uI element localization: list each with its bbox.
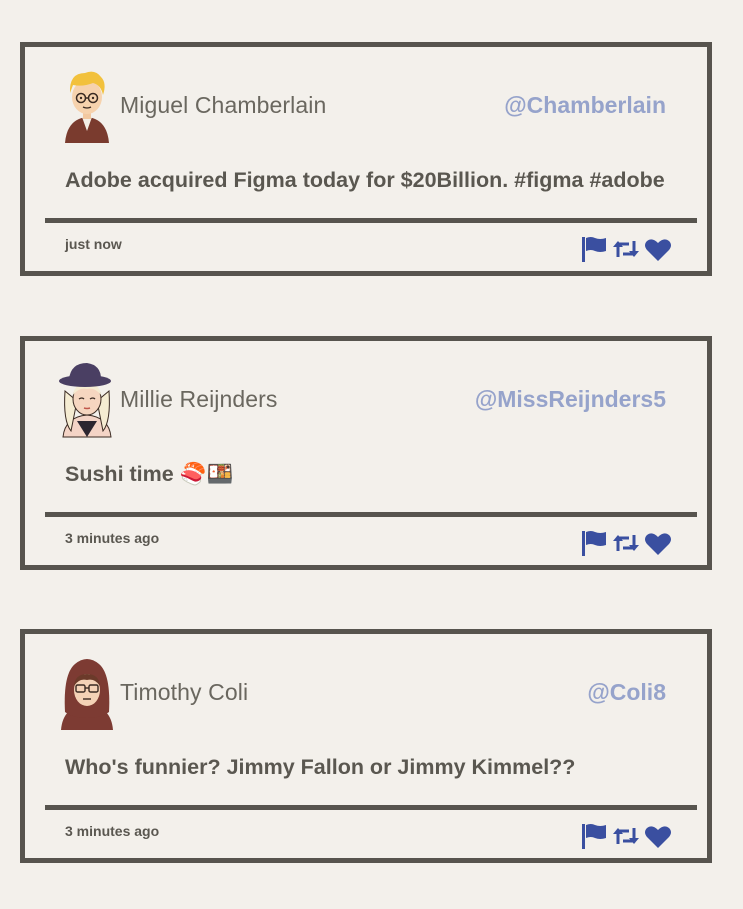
retweet-icon[interactable] xyxy=(612,529,640,557)
tweet-actions xyxy=(580,235,672,263)
heart-icon[interactable] xyxy=(644,235,672,263)
flag-icon[interactable] xyxy=(580,529,608,557)
tweet-text: Sushi time 🍣🍱 xyxy=(65,462,234,486)
avatar[interactable] xyxy=(55,361,119,439)
author-handle[interactable]: @MissReijnders5 xyxy=(475,386,666,413)
author-name[interactable]: Millie Reijnders xyxy=(120,386,278,413)
tweet-card: Millie Reijnders @MissReijnders5 Sushi t… xyxy=(20,336,712,570)
author-name[interactable]: Miguel Chamberlain xyxy=(120,92,326,119)
tweet-text: Adobe acquired Figma today for $20Billio… xyxy=(65,168,665,192)
avatar[interactable] xyxy=(55,67,119,145)
tweet-text: Who's funnier? Jimmy Fallon or Jimmy Kim… xyxy=(65,755,576,779)
divider xyxy=(45,512,697,517)
retweet-icon[interactable] xyxy=(612,822,640,850)
heart-icon[interactable] xyxy=(644,822,672,850)
tweet-actions xyxy=(580,529,672,557)
author-handle[interactable]: @Coli8 xyxy=(587,679,666,706)
divider xyxy=(45,218,697,223)
timestamp: just now xyxy=(65,236,122,252)
author-handle[interactable]: @Chamberlain xyxy=(504,92,666,119)
retweet-icon[interactable] xyxy=(612,235,640,263)
heart-icon[interactable] xyxy=(644,529,672,557)
tweet-card: Miguel Chamberlain @Chamberlain Adobe ac… xyxy=(20,42,712,276)
avatar[interactable] xyxy=(55,654,119,732)
flag-icon[interactable] xyxy=(580,822,608,850)
timestamp: 3 minutes ago xyxy=(65,823,160,839)
timestamp: 3 minutes ago xyxy=(65,530,160,546)
flag-icon[interactable] xyxy=(580,235,608,263)
tweet-card: Timothy Coli @Coli8 Who's funnier? Jimmy… xyxy=(20,629,712,863)
author-name[interactable]: Timothy Coli xyxy=(120,679,248,706)
divider xyxy=(45,805,697,810)
tweet-actions xyxy=(580,822,672,850)
